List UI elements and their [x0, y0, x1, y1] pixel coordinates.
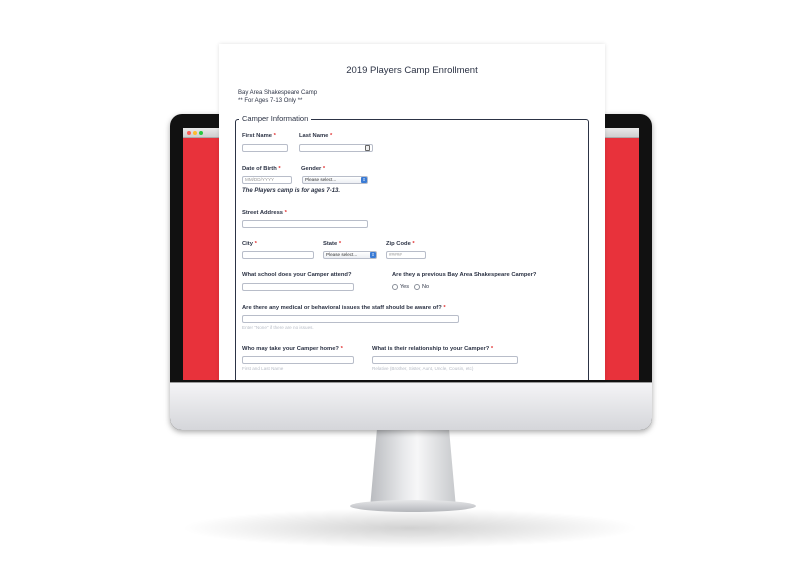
street-label: Street Address *: [242, 210, 287, 216]
relationship-input[interactable]: [372, 356, 518, 364]
chevron-updown-icon: ⇕: [361, 177, 367, 183]
required-mark: *: [284, 210, 287, 216]
required-mark: *: [412, 241, 415, 247]
school-input[interactable]: [242, 283, 354, 291]
first-name-label-text: First Name: [242, 133, 272, 139]
street-label-text: Street Address: [242, 210, 284, 216]
stand-shadow: [180, 508, 640, 548]
medical-label-text: Are there any medical or behavioral issu…: [242, 305, 442, 311]
required-mark: *: [254, 241, 257, 247]
medical-input[interactable]: [242, 315, 459, 323]
required-mark: *: [322, 166, 326, 172]
state-label: State *: [323, 241, 341, 247]
last-name-label: Last Name *: [299, 133, 332, 139]
first-name-label: First Name *: [242, 133, 276, 139]
monitor-stand-neck: [370, 430, 456, 508]
minimize-dot-icon[interactable]: [193, 131, 197, 135]
dob-label-text: Date of Birth: [242, 166, 277, 172]
yes-radio[interactable]: [392, 284, 398, 290]
no-radio[interactable]: [414, 284, 420, 290]
close-dot-icon[interactable]: [187, 131, 191, 135]
last-name-input[interactable]: [299, 144, 373, 152]
chevron-updown-icon: ⇕: [370, 252, 376, 258]
maximize-dot-icon[interactable]: [199, 131, 203, 135]
city-label: City *: [242, 241, 257, 247]
section-title: Camper Information: [239, 114, 312, 123]
required-mark: *: [443, 305, 446, 311]
monitor-chin: [170, 382, 652, 430]
last-name-label-text: Last Name: [299, 133, 329, 139]
gender-select-value: Please select...: [305, 177, 337, 182]
city-label-text: City: [242, 241, 253, 247]
no-radio-label: No: [422, 284, 430, 290]
first-name-input[interactable]: [242, 144, 288, 152]
required-mark: *: [340, 346, 343, 352]
required-mark: *: [273, 133, 276, 139]
gender-select[interactable]: Please select... ⇕: [302, 176, 368, 184]
subtitle-line-2: ** For Ages 7-13 Only **: [238, 98, 303, 104]
previous-camper-label: Are they a previous Bay Area Shakespeare…: [392, 272, 537, 278]
monitor-stand-base: [350, 500, 476, 512]
required-mark: *: [329, 133, 333, 139]
street-input[interactable]: [242, 220, 368, 228]
pickup-label: Who may take your Camper home? *: [242, 346, 343, 352]
form-title: 2019 Players Camp Enrollment: [346, 65, 478, 76]
relationship-label-text: What is their relationship to your Campe…: [372, 346, 490, 352]
dob-input[interactable]: MM/DD/YYYY: [242, 176, 292, 184]
state-select[interactable]: Please select... ⇕: [323, 251, 377, 259]
pickup-sublabel: First and Last Name: [242, 366, 284, 371]
required-mark: *: [338, 241, 342, 247]
camper-info-section: [235, 119, 589, 380]
medical-label: Are there any medical or behavioral issu…: [242, 305, 446, 311]
subtitle-line-1: Bay Area Shakespeare Camp: [238, 90, 318, 96]
form-subtitle: Bay Area Shakespeare Camp ** For Ages 7-…: [238, 89, 317, 105]
state-select-value: Please select...: [326, 252, 358, 257]
dob-label: Date of Birth *: [242, 166, 281, 172]
pickup-input[interactable]: [242, 356, 354, 364]
relationship-sublabel: Relative (Brother, Sister, Aunt, Uncle, …: [372, 366, 474, 371]
contact-card-icon[interactable]: [365, 145, 370, 151]
school-label: What school does your Camper attend?: [242, 272, 352, 278]
required-mark: *: [278, 166, 281, 172]
pickup-label-text: Who may take your Camper home?: [242, 346, 339, 352]
age-note: The Players camp is for ages 7-13.: [242, 188, 341, 194]
gender-label-text: Gender: [301, 166, 322, 172]
yes-radio-label: Yes: [400, 284, 409, 290]
zip-label: Zip Code *: [386, 241, 415, 247]
gender-label: Gender *: [301, 166, 325, 172]
city-input[interactable]: [242, 251, 314, 259]
form-page: 2019 Players Camp Enrollment Bay Area Sh…: [219, 44, 605, 380]
zip-input[interactable]: #####: [386, 251, 426, 259]
state-label-text: State: [323, 241, 338, 247]
medical-sublabel: Enter "None" if there are no issues.: [242, 325, 314, 330]
relationship-label: What is their relationship to your Campe…: [372, 346, 493, 352]
zip-label-text: Zip Code: [386, 241, 411, 247]
scene: 2019 Players Camp Enrollment Bay Area Sh…: [0, 0, 800, 575]
required-mark: *: [490, 346, 494, 352]
